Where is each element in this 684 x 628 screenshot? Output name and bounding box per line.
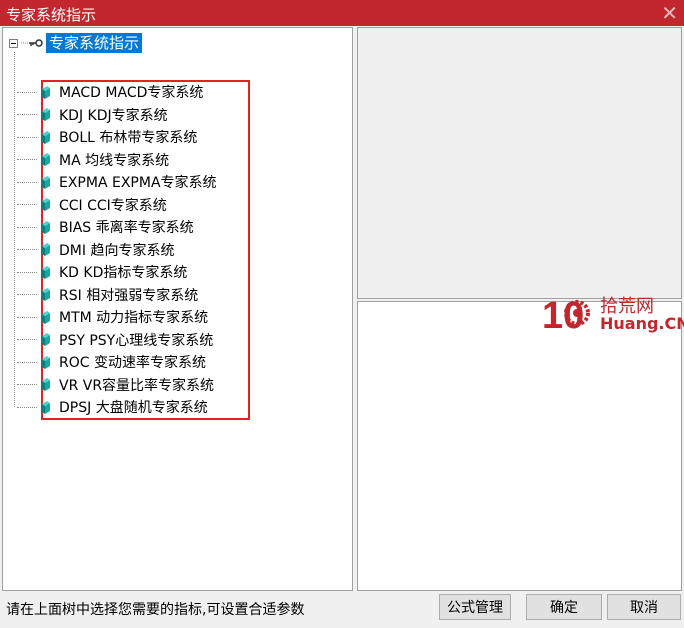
- tree-item-label: EXPMA EXPMA专家系统: [59, 175, 217, 191]
- book-icon: [42, 175, 50, 189]
- tree-item[interactable]: ROC 变动速率专家系统: [17, 352, 206, 372]
- tree-item[interactable]: DPSJ 大盘随机专家系统: [17, 397, 208, 417]
- tree-connector: [17, 159, 37, 160]
- tree-connector: [17, 91, 37, 93]
- tree-item[interactable]: RSI 相对强弱专家系统: [17, 285, 198, 305]
- tree-connector: [17, 181, 37, 183]
- tree-item-label: ROC 变动速率专家系统: [59, 355, 206, 371]
- tree-connector: [17, 226, 37, 228]
- tree-connector: [17, 136, 37, 138]
- tree-item[interactable]: PSY PSY心理线专家系统: [17, 330, 213, 350]
- key-icon: [21, 39, 43, 47]
- tree-item-label: PSY PSY心理线专家系统: [59, 332, 214, 349]
- tree-item[interactable]: MA 均线专家系统: [17, 150, 169, 170]
- status-text: 请在上面树中选择您需要的指标,可设置合适参数: [6, 602, 305, 618]
- tree-item-label: BIAS 乖离率专家系统: [59, 220, 194, 236]
- tree-item[interactable]: BOLL 布林带专家系统: [17, 127, 197, 147]
- tree-root-label[interactable]: 专家系统指示: [46, 33, 143, 53]
- tree-connector: [17, 249, 37, 250]
- tree-item[interactable]: DMI 趋向专家系统: [17, 240, 174, 260]
- book-icon: [42, 400, 50, 414]
- watermark-en: Huang.CN: [600, 314, 684, 333]
- tree-item-label: BOLL 布林带专家系统: [59, 130, 198, 146]
- title-bar: 专家系统指示 ✕: [0, 0, 684, 26]
- tree-connector: [17, 384, 37, 385]
- tree-item[interactable]: KDJ KDJ专家系统: [17, 105, 168, 125]
- tree-connector: [17, 339, 37, 340]
- tree-connector: [17, 204, 37, 205]
- book-icon: [42, 310, 50, 324]
- book-icon: [42, 198, 50, 211]
- indicator-tree[interactable]: 专家系统指示 MACD MACD专家系统 KDJ KDJ专家系统 BOLL 布林带专…: [2, 27, 353, 591]
- watermark-logo: 10 拾荒网 Huang.CN: [540, 292, 684, 334]
- tree-item[interactable]: MTM 动力指标专家系统: [17, 307, 208, 327]
- tree-connector: [17, 271, 37, 273]
- watermark-ten-icon: 10: [542, 295, 590, 334]
- collapse-icon[interactable]: [9, 38, 18, 48]
- tree-item-label: DMI 趋向专家系统: [59, 242, 175, 259]
- cancel-button[interactable]: 取消: [607, 594, 681, 620]
- book-icon: [42, 265, 50, 279]
- window-title: 专家系统指示: [6, 6, 97, 24]
- tree-item[interactable]: BIAS 乖离率专家系统: [17, 217, 194, 237]
- tree-connector: [17, 316, 37, 318]
- tree-item-label: CCI CCI专家系统: [59, 197, 167, 214]
- tree-item-label: VR VR容量比率专家系统: [59, 377, 215, 394]
- tree-item[interactable]: EXPMA EXPMA专家系统: [17, 172, 217, 192]
- tree-item[interactable]: CCI CCI专家系统: [17, 195, 167, 215]
- close-icon[interactable]: ✕: [661, 1, 678, 25]
- formula-manage-button[interactable]: 公式管理: [439, 594, 511, 620]
- book-icon: [42, 153, 50, 166]
- tree-connector: [17, 406, 37, 408]
- tree-item-label: MACD MACD专家系统: [59, 85, 204, 101]
- book-icon: [42, 243, 50, 256]
- tree-item[interactable]: MACD MACD专家系统: [17, 82, 203, 102]
- tree-item-label: MTM 动力指标专家系统: [59, 310, 209, 326]
- tree-item-label: KD KD指标专家系统: [59, 265, 188, 281]
- book-icon: [42, 85, 50, 99]
- tree-connector: [17, 114, 37, 115]
- tree-connector: [17, 361, 37, 363]
- tree-item-label: KDJ KDJ专家系统: [59, 107, 168, 124]
- book-icon: [42, 378, 50, 391]
- book-icon: [42, 130, 50, 144]
- tree-connector: [14, 52, 15, 407]
- ok-button[interactable]: 确定: [526, 594, 602, 620]
- book-icon: [42, 108, 50, 121]
- tree-item-label: RSI 相对强弱专家系统: [59, 287, 199, 304]
- preview-pane-top: [357, 27, 682, 299]
- tree-item[interactable]: KD KD指标专家系统: [17, 262, 187, 282]
- tree-root[interactable]: 专家系统指示: [9, 33, 143, 53]
- book-icon: [42, 288, 50, 301]
- tree-item-label: DPSJ 大盘随机专家系统: [59, 400, 208, 416]
- preview-pane-bottom: [357, 301, 682, 591]
- tree-item-label: MA 均线专家系统: [59, 152, 170, 169]
- book-icon: [42, 333, 50, 346]
- tree-connector: [17, 294, 37, 295]
- book-icon: [42, 220, 50, 234]
- book-icon: [42, 355, 50, 369]
- tree-item[interactable]: VR VR容量比率专家系统: [17, 375, 214, 395]
